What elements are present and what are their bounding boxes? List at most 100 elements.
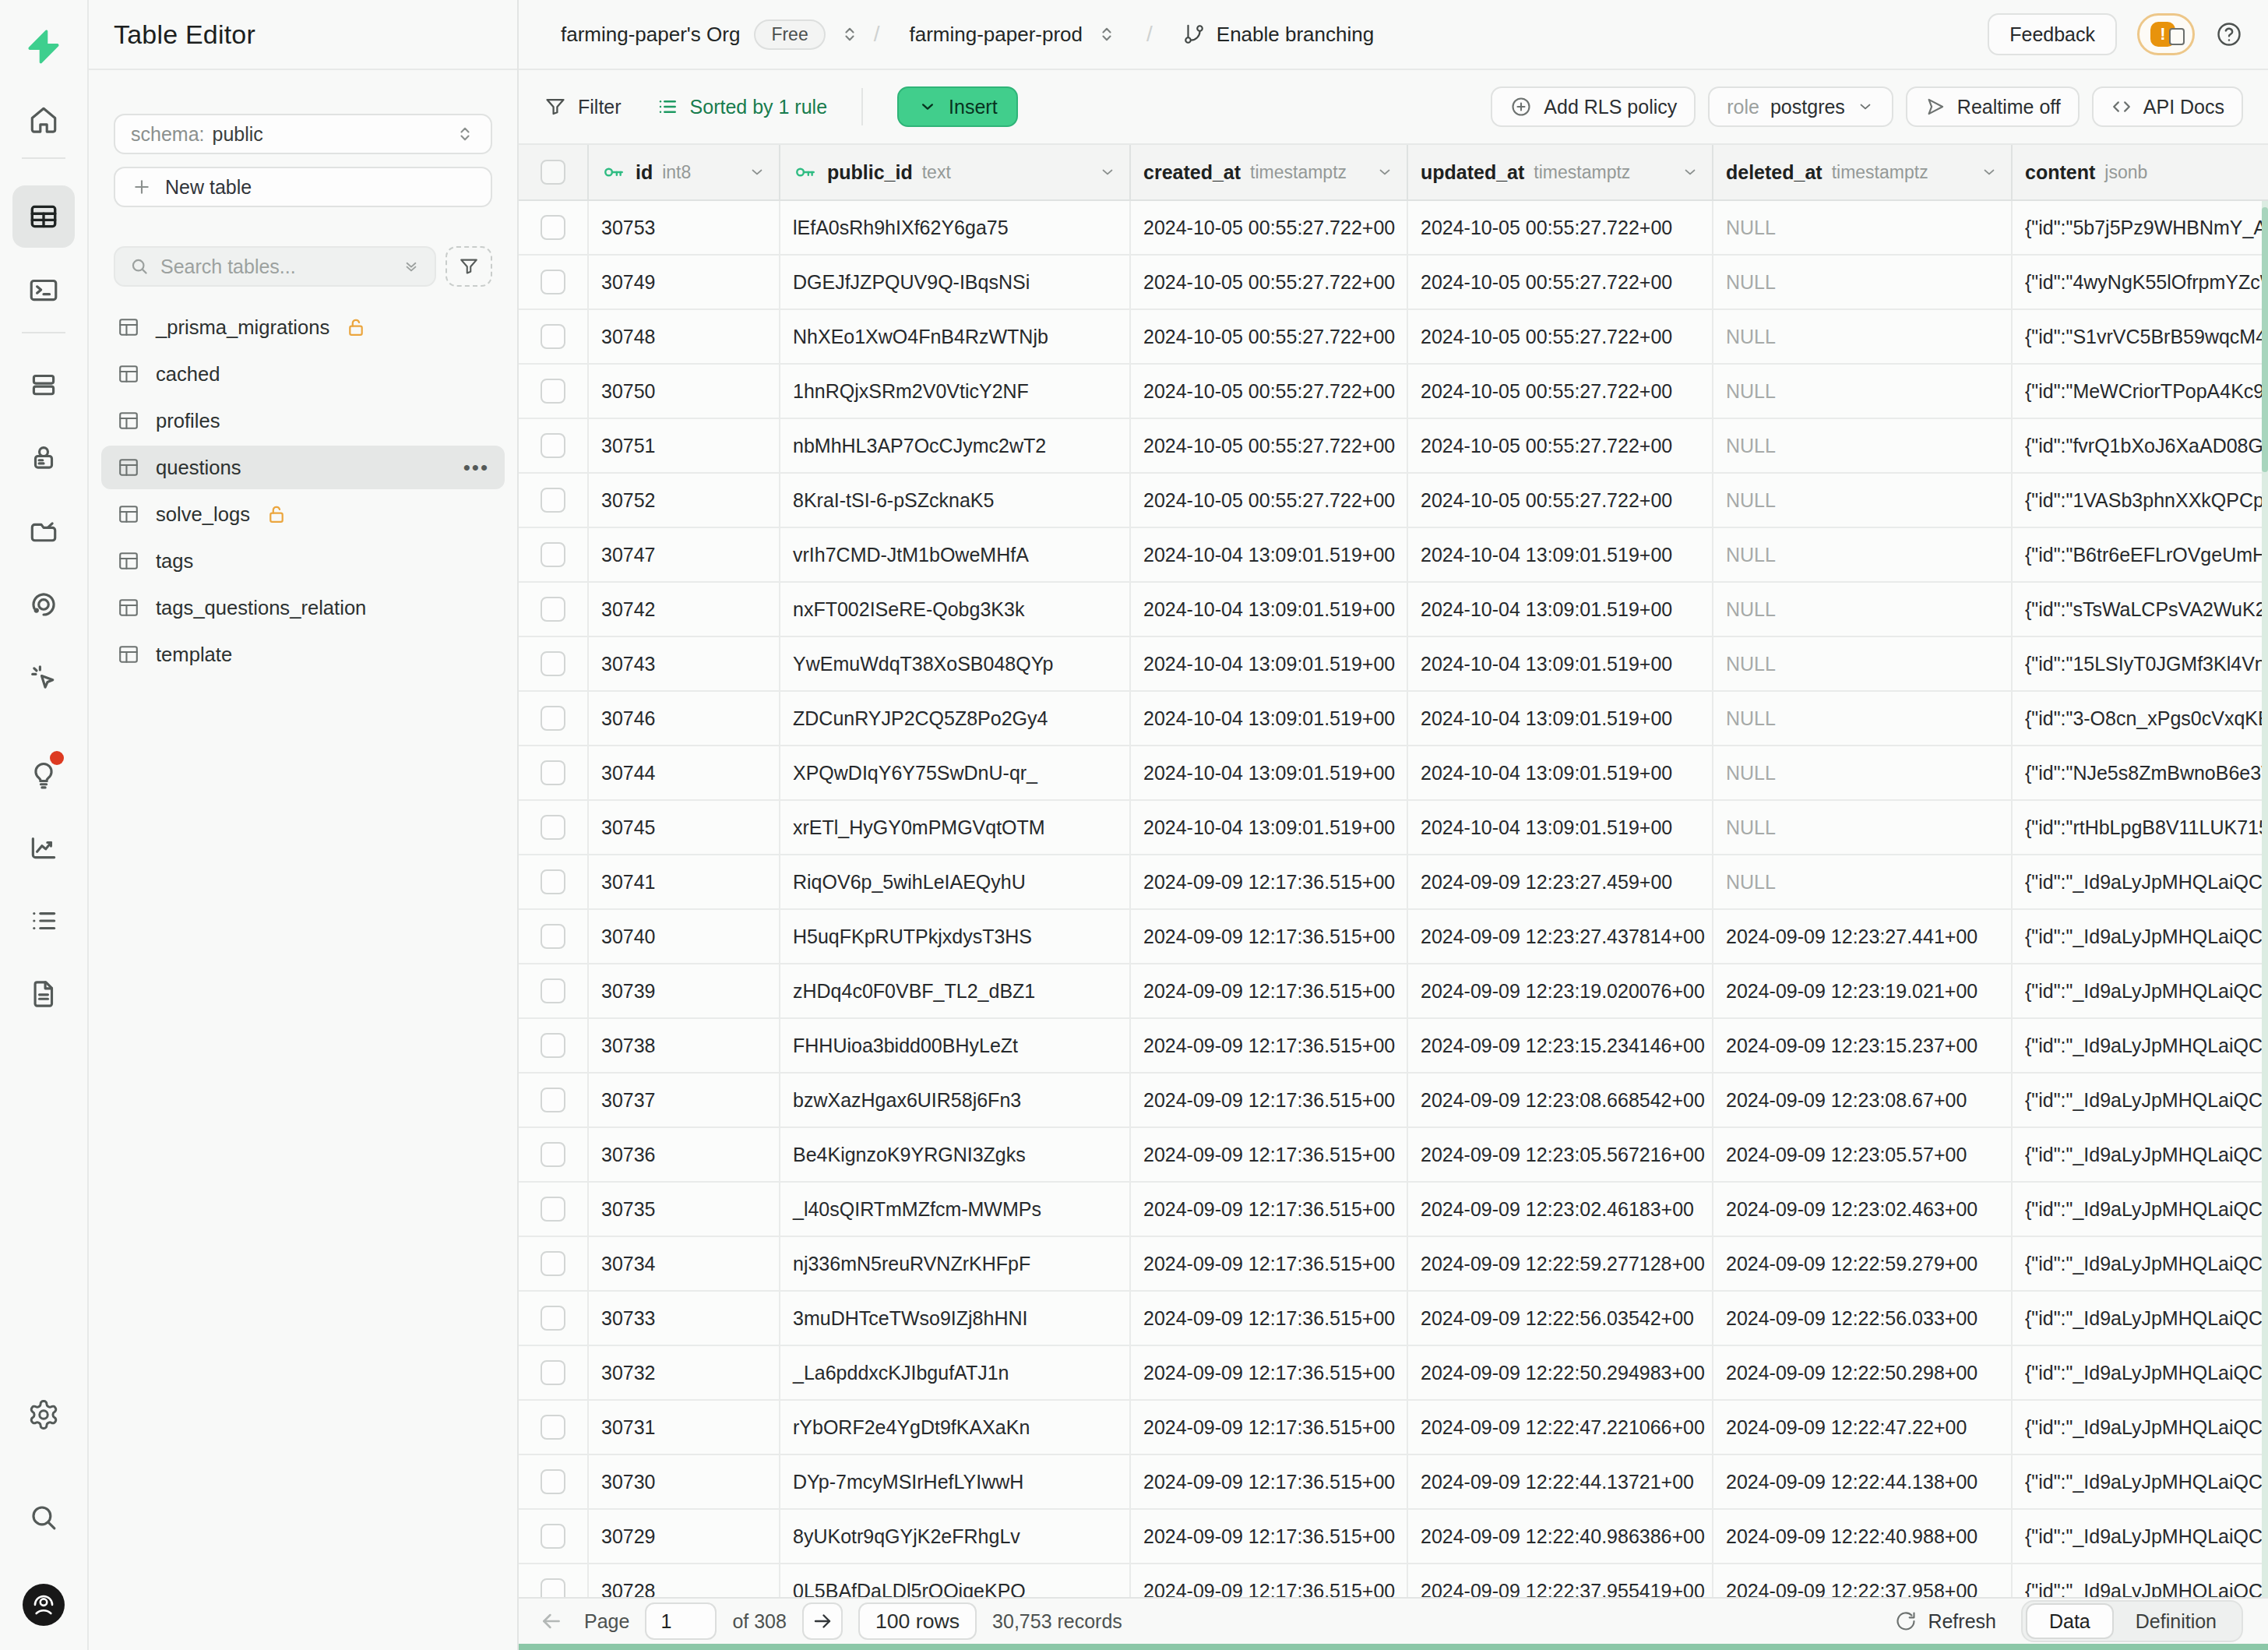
cell-id[interactable]: 30748: [589, 310, 780, 363]
row-checkbox[interactable]: [541, 1415, 565, 1440]
cell-id[interactable]: 30752: [589, 474, 780, 527]
row-checkbox[interactable]: [541, 270, 565, 294]
cell-updated_at[interactable]: 2024-10-04 13:09:01.519+00: [1408, 637, 1713, 690]
cell-public_id[interactable]: DYp-7mcyMSIrHefLYIwwH: [780, 1455, 1131, 1508]
cell-updated_at[interactable]: 2024-10-05 00:55:27.722+00: [1408, 256, 1713, 308]
row-checkbox[interactable]: [541, 215, 565, 240]
cell-updated_at[interactable]: 2024-10-04 13:09:01.519+00: [1408, 583, 1713, 636]
sidebar-table-tags_questions_relation[interactable]: tags_questions_relation: [101, 586, 505, 629]
cell-content[interactable]: {"id":"NJe5s8ZmBwnoB6e3W: [2013, 746, 2268, 799]
cell-created_at[interactable]: 2024-09-09 12:17:36.515+00: [1131, 964, 1408, 1017]
cell-public_id[interactable]: nbMhHL3AP7OcCJymc2wT2: [780, 419, 1131, 472]
cell-updated_at[interactable]: 2024-10-05 00:55:27.722+00: [1408, 474, 1713, 527]
settings-icon[interactable]: [12, 1384, 75, 1446]
filter-button[interactable]: Filter: [544, 95, 622, 118]
cell-deleted_at[interactable]: 2024-09-09 12:22:47.22+00: [1713, 1401, 2013, 1454]
row-checkbox[interactable]: [541, 488, 565, 513]
cell-updated_at[interactable]: 2024-09-09 12:23:15.234146+00: [1408, 1019, 1713, 1072]
definition-tab[interactable]: Definition: [2114, 1610, 2238, 1633]
cell-public_id[interactable]: rYbORF2e4YgDt9fKAXaKn: [780, 1401, 1131, 1454]
cell-updated_at[interactable]: 2024-09-09 12:22:37.955419+00: [1408, 1564, 1713, 1597]
cell-deleted_at[interactable]: NULL: [1713, 528, 2013, 581]
cell-public_id[interactable]: H5uqFKpRUTPkjxdysT3HS: [780, 910, 1131, 963]
cell-updated_at[interactable]: 2024-10-05 00:55:27.722+00: [1408, 419, 1713, 472]
column-menu-icon[interactable]: [748, 163, 766, 182]
horizontal-scrollbar[interactable]: [519, 1644, 2268, 1650]
cell-created_at[interactable]: 2024-10-04 13:09:01.519+00: [1131, 692, 1408, 745]
cell-created_at[interactable]: 2024-09-09 12:17:36.515+00: [1131, 1564, 1408, 1597]
cell-deleted_at[interactable]: NULL: [1713, 201, 2013, 254]
cell-id[interactable]: 30753: [589, 201, 780, 254]
cell-content[interactable]: {"id":"MeWCriorTPopA4Kc9W: [2013, 365, 2268, 418]
row-checkbox[interactable]: [541, 1088, 565, 1112]
cell-updated_at[interactable]: 2024-09-09 12:23:08.668542+00: [1408, 1074, 1713, 1126]
cell-created_at[interactable]: 2024-10-05 00:55:27.722+00: [1131, 201, 1408, 254]
cell-deleted_at[interactable]: NULL: [1713, 746, 2013, 799]
cell-public_id[interactable]: vrIh7CMD-JtM1bOweMHfA: [780, 528, 1131, 581]
column-menu-icon[interactable]: [1980, 163, 1999, 182]
row-checkbox[interactable]: [541, 1251, 565, 1276]
cell-updated_at[interactable]: 2024-09-09 12:22:56.03542+00: [1408, 1292, 1713, 1345]
advisors-icon[interactable]: [12, 742, 75, 804]
cell-id[interactable]: 30747: [589, 528, 780, 581]
cell-created_at[interactable]: 2024-10-05 00:55:27.722+00: [1131, 310, 1408, 363]
cell-id[interactable]: 30728: [589, 1564, 780, 1597]
cell-updated_at[interactable]: 2024-10-04 13:09:01.519+00: [1408, 801, 1713, 854]
cell-content[interactable]: {"id":"_Id9aLyJpMHQLaiQCW: [2013, 1128, 2268, 1181]
cell-public_id[interactable]: RiqOV6p_5wihLeIAEQyhU: [780, 855, 1131, 908]
chevrons-up-down-icon[interactable]: [1097, 24, 1117, 44]
cell-id[interactable]: 30751: [589, 419, 780, 472]
cell-content[interactable]: {"id":"fvrQ1bXoJ6XaAD08GW: [2013, 419, 2268, 472]
sidebar-table-tags[interactable]: tags: [101, 539, 505, 583]
enable-branching-button[interactable]: Enable branching: [1182, 23, 1374, 47]
cell-id[interactable]: 30745: [589, 801, 780, 854]
cell-public_id[interactable]: DGEJfJZPQUV9Q-IBqsNSi: [780, 256, 1131, 308]
help-icon[interactable]: [2215, 20, 2243, 48]
cell-created_at[interactable]: 2024-09-09 12:17:36.515+00: [1131, 1237, 1408, 1290]
org-name[interactable]: farming-paper's Org: [561, 23, 740, 47]
cell-content[interactable]: {"id":"_Id9aLyJpMHQLaiQCW: [2013, 1019, 2268, 1072]
row-checkbox[interactable]: [541, 433, 565, 458]
cell-updated_at[interactable]: 2024-09-09 12:22:59.277128+00: [1408, 1237, 1713, 1290]
cell-created_at[interactable]: 2024-09-09 12:17:36.515+00: [1131, 1510, 1408, 1563]
cell-deleted_at[interactable]: NULL: [1713, 583, 2013, 636]
table-options-icon[interactable]: •••: [463, 456, 489, 480]
supabase-logo-icon[interactable]: [12, 16, 75, 78]
cell-content[interactable]: {"id":"sTsWaLCPsVA2WuK2W: [2013, 583, 2268, 636]
cell-public_id[interactable]: _La6pddxcKJIbgufATJ1n: [780, 1346, 1131, 1399]
cell-content[interactable]: {"id":"_Id9aLyJpMHQLaiQCW: [2013, 855, 2268, 908]
row-checkbox[interactable]: [541, 324, 565, 349]
sidebar-table-profiles[interactable]: profiles: [101, 399, 505, 442]
cell-created_at[interactable]: 2024-10-05 00:55:27.722+00: [1131, 419, 1408, 472]
cell-public_id[interactable]: zHDq4c0F0VBF_TL2_dBZ1: [780, 964, 1131, 1017]
account-avatar[interactable]: [12, 1574, 75, 1636]
cell-created_at[interactable]: 2024-09-09 12:17:36.515+00: [1131, 1292, 1408, 1345]
cell-public_id[interactable]: YwEmuWdqT38XoSB048QYp: [780, 637, 1131, 690]
prev-page-button[interactable]: [534, 1604, 569, 1638]
cell-id[interactable]: 30749: [589, 256, 780, 308]
cell-created_at[interactable]: 2024-10-04 13:09:01.519+00: [1131, 637, 1408, 690]
sidebar-table-solve_logs[interactable]: solve_logs: [101, 492, 505, 536]
cell-deleted_at[interactable]: 2024-09-09 12:22:59.279+00: [1713, 1237, 2013, 1290]
row-checkbox[interactable]: [541, 1469, 565, 1494]
cell-updated_at[interactable]: 2024-09-09 12:23:27.437814+00: [1408, 910, 1713, 963]
sql-editor-icon[interactable]: [12, 259, 75, 321]
row-checkbox[interactable]: [541, 924, 565, 949]
authentication-icon[interactable]: [12, 427, 75, 489]
row-checkbox[interactable]: [541, 1360, 565, 1385]
cell-updated_at[interactable]: 2024-09-09 12:23:02.46183+00: [1408, 1183, 1713, 1236]
cell-public_id[interactable]: bzwXazHgax6UIR58j6Fn3: [780, 1074, 1131, 1126]
cell-public_id[interactable]: Be4KignzoK9YRGNI3Zgks: [780, 1128, 1131, 1181]
cell-id[interactable]: 30732: [589, 1346, 780, 1399]
cell-public_id[interactable]: lEfA0sRh9hIXf62Y6ga75: [780, 201, 1131, 254]
sidebar-table-cached[interactable]: cached: [101, 352, 505, 396]
cell-id[interactable]: 30750: [589, 365, 780, 418]
warning-badge[interactable]: !: [2137, 13, 2195, 55]
column-menu-icon[interactable]: [1681, 163, 1699, 182]
column-header-updated_at[interactable]: updated_attimestamptz: [1408, 145, 1713, 199]
cell-id[interactable]: 30740: [589, 910, 780, 963]
cell-deleted_at[interactable]: NULL: [1713, 801, 2013, 854]
cell-id[interactable]: 30743: [589, 637, 780, 690]
cell-id[interactable]: 30731: [589, 1401, 780, 1454]
cell-deleted_at[interactable]: NULL: [1713, 692, 2013, 745]
